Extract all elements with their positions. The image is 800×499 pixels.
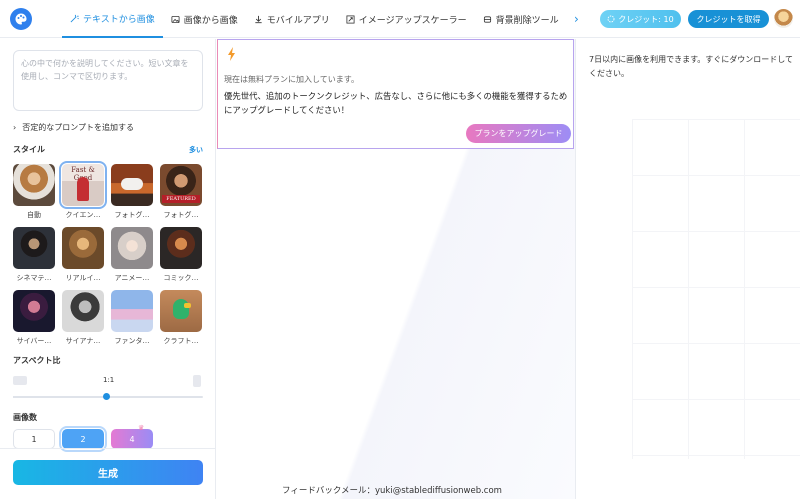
top-navigation-bar: テキストから画像 画像から画像 モバイルアプリ イメージアップスケーラー 背景削…	[0, 0, 800, 38]
nav-image-upscaler[interactable]: イメージアップスケーラー	[338, 0, 475, 38]
chevron-right-icon[interactable]: ›	[574, 12, 586, 26]
generation-settings-panel: 心の中で何かを説明してください。短い文章を使用し、コンマで区切ります。 › 否定…	[0, 39, 216, 499]
style-option[interactable]: ファンタ…	[111, 290, 153, 346]
style-label: シネマテ…	[16, 274, 52, 282]
style-thumbnail	[13, 290, 55, 332]
style-label: コミック…	[163, 274, 199, 282]
style-thumbnail	[111, 290, 153, 332]
style-label: クラフト…	[163, 337, 199, 345]
background-grid	[632, 119, 800, 459]
feedback-email[interactable]: フィードバックメール：yuki@stablediffusionweb.com	[282, 484, 502, 496]
sparkle-icon	[607, 15, 615, 23]
style-label: ファンタ…	[114, 337, 150, 345]
nav-mobile-app[interactable]: モバイルアプリ	[246, 0, 338, 38]
nav-label: モバイルアプリ	[266, 15, 330, 26]
result-area: 現在は無料プランに加入しています。 優先世代、追加のトークンクレジット、広告なし…	[216, 39, 575, 499]
style-label: フォトグ…	[163, 211, 199, 219]
layers-icon	[483, 15, 491, 23]
style-option[interactable]: アニメー…	[111, 227, 153, 283]
palette-icon	[15, 13, 27, 25]
generate-button[interactable]: 生成	[13, 460, 203, 485]
style-option[interactable]: サイアナ…	[62, 290, 104, 346]
style-label: フォトグ…	[114, 211, 150, 219]
app-logo[interactable]	[10, 8, 32, 30]
credits-label: クレジット: 10	[618, 14, 674, 24]
divider	[0, 448, 215, 449]
more-styles-link[interactable]: 多い	[189, 145, 203, 155]
aspect-ratio-slider[interactable]	[13, 393, 203, 400]
upgrade-message: 優先世代、追加のトークンクレジット、広告なし、さらに他にも多くの機能を獲得するた…	[224, 91, 568, 115]
nav-text-to-image[interactable]: テキストから画像	[62, 0, 163, 38]
landscape-ratio-icon[interactable]	[13, 376, 27, 385]
upscale-icon	[346, 14, 355, 24]
history-panel: 7日以内に画像を利用できます。すぐにダウンロードしてください。	[575, 39, 800, 499]
negative-prompt-toggle[interactable]: › 否定的なプロンプトを追加する	[13, 122, 134, 133]
count-option-4[interactable]: 4	[111, 429, 153, 449]
style-option[interactable]: サイバー…	[13, 290, 55, 346]
portrait-ratio-icon[interactable]	[193, 375, 201, 387]
nav-background-remover[interactable]: 背景削除ツール	[475, 0, 567, 38]
style-option[interactable]: シネマテ…	[13, 227, 55, 283]
style-thumbnail	[111, 164, 153, 206]
style-thumbnail	[62, 290, 104, 332]
style-label: リアルイ…	[65, 274, 101, 282]
magic-wand-icon	[70, 14, 79, 22]
style-thumbnail: FEATURED	[160, 164, 202, 206]
aspect-ratio-title: アスペクト比	[13, 356, 61, 365]
prompt-placeholder: 心の中で何かを説明してください。短い文章を使用し、コンマで区切ります。	[21, 59, 189, 81]
style-label: アニメー…	[114, 274, 150, 282]
style-thumbnail	[13, 164, 55, 206]
style-option[interactable]: クラフト…	[160, 290, 202, 346]
credits-badge[interactable]: クレジット: 10	[600, 10, 681, 28]
thumbnail-badge: FEATURED	[166, 196, 196, 202]
style-label: クイエン…	[65, 211, 101, 219]
count-option-1[interactable]: 1	[13, 429, 55, 449]
style-thumbnail	[62, 227, 104, 269]
style-option[interactable]: FEATURED フォトグ…	[160, 164, 202, 220]
crown-icon: ♛	[138, 424, 145, 432]
lightning-icon	[227, 47, 237, 61]
download-icon	[255, 15, 262, 23]
aspect-ratio-row: 1:1	[13, 375, 203, 387]
aspect-ratio-value: 1:1	[103, 376, 115, 384]
style-thumbnail	[13, 227, 55, 269]
style-thumbnail: Fast & Good	[59, 161, 107, 209]
style-thumbnail	[111, 227, 153, 269]
nav-label: テキストから画像	[83, 14, 155, 25]
nav-image-to-image[interactable]: 画像から画像	[163, 0, 246, 38]
image-count-title: 画像数	[13, 413, 37, 422]
negative-prompt-label: 否定的なプロンプトを追加する	[22, 123, 134, 132]
nav-label: 背景削除ツール	[495, 15, 559, 26]
style-option[interactable]: Fast & Good クイエン…	[59, 161, 107, 220]
style-option[interactable]: フォトグ…	[111, 164, 153, 220]
nav-label: イメージアップスケーラー	[358, 15, 467, 26]
prompt-input[interactable]: 心の中で何かを説明してください。短い文章を使用し、コンマで区切ります。	[13, 50, 203, 111]
style-option[interactable]: リアルイ…	[62, 227, 104, 283]
style-label: サイバー…	[16, 337, 52, 345]
style-option[interactable]: 自動	[13, 164, 55, 220]
style-section-title: スタイル	[13, 145, 45, 154]
slider-handle[interactable]	[103, 393, 111, 400]
avatar[interactable]	[774, 9, 793, 28]
get-credits-button[interactable]: クレジットを取得	[688, 10, 769, 28]
style-label: 自動	[27, 211, 41, 219]
upgrade-banner: 現在は無料プランに加入しています。 優先世代、追加のトークンクレジット、広告なし…	[217, 39, 574, 149]
slider-fill	[13, 396, 107, 398]
upgrade-plan-button[interactable]: プランをアップグレード	[466, 124, 571, 143]
image-icon	[171, 15, 180, 23]
download-notice: 7日以内に画像を利用できます。すぐにダウンロードしてください。	[589, 55, 794, 78]
style-option[interactable]: コミック…	[160, 227, 202, 283]
nav-label: 画像から画像	[183, 15, 238, 26]
style-thumbnail	[160, 290, 202, 332]
style-label: サイアナ…	[65, 337, 101, 345]
style-thumbnail	[160, 227, 202, 269]
chevron-right-icon: ›	[13, 123, 17, 132]
main-nav: テキストから画像 画像から画像 モバイルアプリ イメージアップスケーラー 背景削…	[62, 0, 567, 38]
plan-status-text: 現在は無料プランに加入しています。	[224, 75, 359, 84]
count-option-2[interactable]: 2	[59, 426, 107, 452]
